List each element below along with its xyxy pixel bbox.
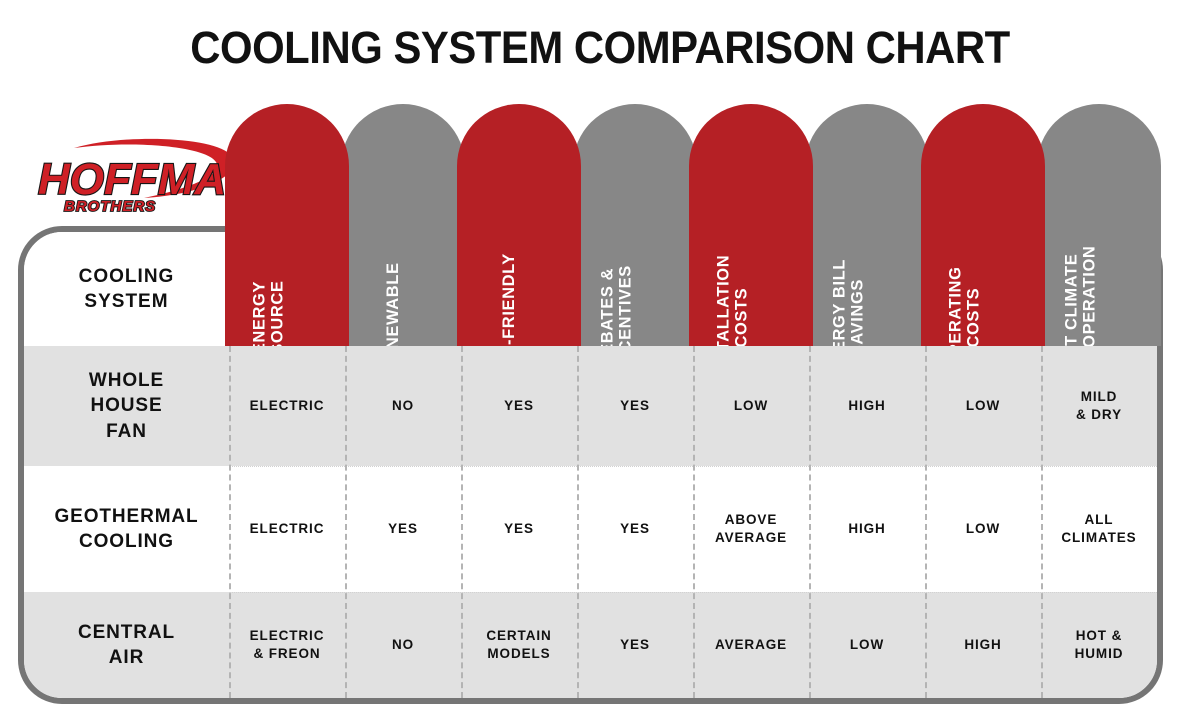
logo-subtitle: BROTHERS xyxy=(64,198,156,214)
table-cell-text: ABOVE AVERAGE xyxy=(714,512,788,545)
table-cell: NO xyxy=(345,346,461,466)
table-cell: MILD & DRY xyxy=(1041,346,1157,466)
table-cell: YES xyxy=(461,346,577,466)
row-system-name-text: GEOTHERMAL COOLING xyxy=(54,505,199,552)
table-cell-text: YES xyxy=(504,398,534,414)
table-cell: ELECTRIC & FREON xyxy=(229,592,345,698)
table-cell: HOT & HUMID xyxy=(1041,592,1157,698)
column-divider xyxy=(1157,346,1159,698)
table-cell-text: ELECTRIC xyxy=(249,398,325,414)
column-divider xyxy=(1041,346,1043,698)
row-system-name: GEOTHERMAL COOLING xyxy=(24,466,229,592)
table-cell: ELECTRIC xyxy=(229,346,345,466)
table-header-row: COOLING SYSTEM xyxy=(24,232,1157,346)
table-cell-text: HIGH xyxy=(964,637,1002,653)
hoffmann-brothers-logo: HOFFMANN BROTHERS xyxy=(34,132,249,214)
table-cell-text: LOW xyxy=(965,521,1001,537)
table-cell-text: CERTAIN MODELS xyxy=(486,628,552,661)
table-cell: YES xyxy=(577,592,693,698)
column-divider xyxy=(461,346,463,698)
table-cell-text: AVERAGE xyxy=(714,637,788,653)
table-cell: HIGH xyxy=(809,466,925,592)
table-cell-text: YES xyxy=(620,398,650,414)
table-cell-text: ELECTRIC & FREON xyxy=(249,628,325,661)
table-row[interactable]: CENTRAL AIR ELECTRIC & FREON NO CERTAIN MODELS… xyxy=(24,592,1157,698)
table-cell: LOW xyxy=(693,346,809,466)
column-divider xyxy=(229,346,231,698)
table-cell: YES xyxy=(577,346,693,466)
table-cell: NO xyxy=(345,592,461,698)
table-cell-text: HIGH xyxy=(848,398,886,414)
column-divider xyxy=(345,346,347,698)
table-cell: AVERAGE xyxy=(693,592,809,698)
table-cell-text: YES xyxy=(388,521,418,537)
table-cell-text: YES xyxy=(620,521,650,537)
table-cell: LOW xyxy=(809,592,925,698)
column-divider xyxy=(693,346,695,698)
table-cell-text: LOW xyxy=(965,398,1001,414)
table-row[interactable]: GEOTHERMAL COOLING ELECTRIC YES YES YES ABOVE A… xyxy=(24,466,1157,592)
table-cell: ABOVE AVERAGE xyxy=(693,466,809,592)
table-cell-text: HOT & HUMID xyxy=(1074,628,1124,661)
row-system-name: CENTRAL AIR xyxy=(24,592,229,698)
column-divider xyxy=(925,346,927,698)
table-cell-text: NO xyxy=(391,398,415,414)
row-system-name: WHOLE HOUSE FAN xyxy=(24,346,229,466)
table-cell: YES xyxy=(577,466,693,592)
table-row[interactable]: WHOLE HOUSE FAN ELECTRIC NO YES YES LOW HIGH LOW M… xyxy=(24,346,1157,466)
row-header-title-text: COOLING SYSTEM xyxy=(78,265,175,312)
page-title: COOLING SYSTEM COMPARISON CHART xyxy=(190,22,1010,73)
table-cell: LOW xyxy=(925,346,1041,466)
table-cell: ELECTRIC xyxy=(229,466,345,592)
row-system-name-text: CENTRAL AIR xyxy=(77,621,176,668)
comparison-table: COOLING SYSTEM WHOLE HOUSE FAN ELECTRIC NO YES Y… xyxy=(24,232,1157,698)
table-cell: CERTAIN MODELS xyxy=(461,592,577,698)
table-cell-text: YES xyxy=(504,521,534,537)
table-cell: LOW xyxy=(925,466,1041,592)
table-cell: HIGH xyxy=(925,592,1041,698)
table-cell-text: LOW xyxy=(849,637,885,653)
row-system-name-text: WHOLE HOUSE FAN xyxy=(88,369,165,442)
table-cell: HIGH xyxy=(809,346,925,466)
column-divider xyxy=(809,346,811,698)
table-cell: YES xyxy=(461,466,577,592)
table-cell-text: YES xyxy=(620,637,650,653)
table-cell: YES xyxy=(345,466,461,592)
table-cell: ALL CLIMATES xyxy=(1041,466,1157,592)
table-cell-text: NO xyxy=(391,637,415,653)
column-divider xyxy=(577,346,579,698)
table-cell-text: LOW xyxy=(733,398,769,414)
comparison-table-card: COOLING SYSTEM WHOLE HOUSE FAN ELECTRIC NO YES Y… xyxy=(18,226,1163,704)
table-cell-text: ELECTRIC xyxy=(249,521,325,537)
table-cell-text: HIGH xyxy=(848,521,886,537)
table-cell-text: MILD & DRY xyxy=(1075,389,1122,422)
logo-wordmark: HOFFMANN xyxy=(38,155,249,204)
infographic-root: COOLING SYSTEM COMPARISON CHART HOFFMANN… xyxy=(0,0,1200,725)
table-cell-text: ALL CLIMATES xyxy=(1061,512,1137,545)
row-header-title: COOLING SYSTEM xyxy=(24,232,229,346)
